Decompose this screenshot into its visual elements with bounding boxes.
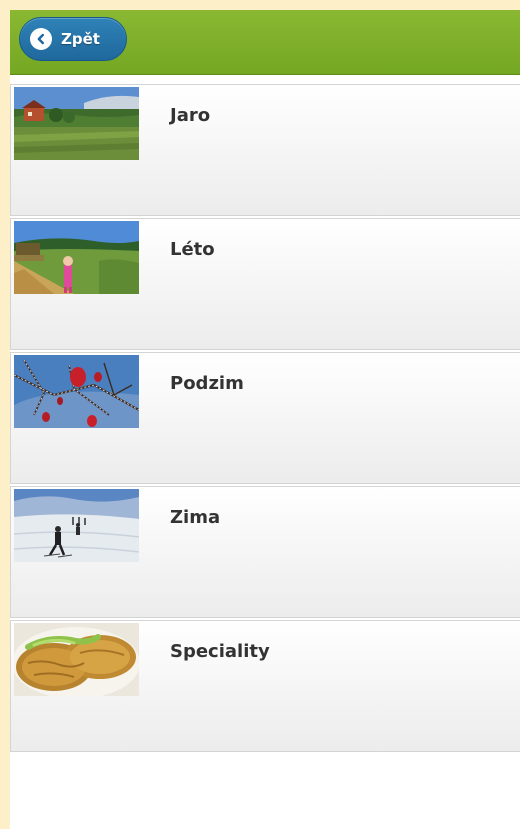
list-item-label: Speciality [170, 641, 270, 662]
list-item-jaro[interactable]: Jaro [10, 84, 520, 216]
list-item-speciality[interactable]: Speciality [10, 620, 520, 752]
summer-thumbnail [14, 221, 139, 294]
list-item-label: Zima [170, 507, 221, 528]
list-item-label: Jaro [170, 105, 211, 126]
list-item-label: Podzim [170, 373, 244, 394]
back-button-label: Zpět [61, 30, 100, 48]
list-item-label: Léto [170, 239, 215, 260]
list-item-podzim[interactable]: Podzim [10, 352, 520, 484]
list-item-zima[interactable]: Zima [10, 486, 520, 618]
spring-thumbnail [14, 87, 139, 160]
chevron-left-icon [30, 28, 52, 50]
back-button[interactable]: Zpět [19, 17, 127, 61]
season-list: Jaro Léto Podzim Zima Speciality [10, 84, 520, 752]
page: Zpět Jaro Léto Podzim Zima Speciality [10, 10, 520, 829]
autumn-thumbnail [14, 355, 139, 428]
speciality-thumbnail [14, 623, 139, 696]
header-bar: Zpět [10, 10, 520, 75]
winter-thumbnail [14, 489, 139, 562]
list-item-leto[interactable]: Léto [10, 218, 520, 350]
